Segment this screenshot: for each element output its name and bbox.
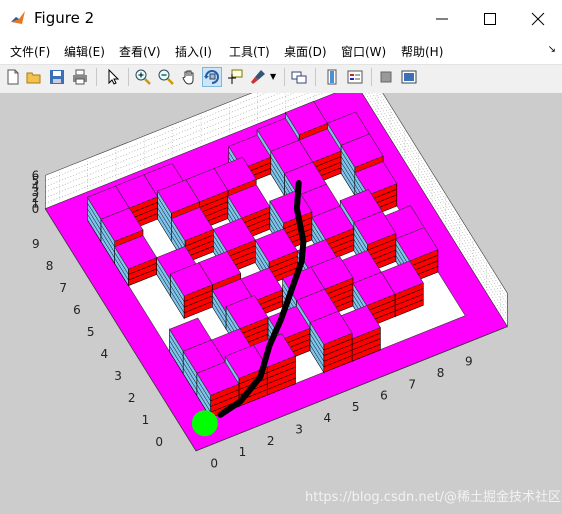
x-tick-label: 8 (437, 366, 445, 380)
save-icon[interactable] (48, 68, 66, 86)
link-plot-icon[interactable] (290, 68, 308, 86)
x-tick-label: 9 (465, 355, 473, 369)
menu-view[interactable]: 查看(V) (119, 43, 161, 60)
x-tick-label: 2 (267, 434, 275, 448)
window-title: Figure 2 (34, 9, 95, 27)
menu-desktop[interactable]: 桌面(D) (284, 43, 327, 60)
y-tick-label: 2 (128, 391, 136, 405)
brush-icon[interactable] (249, 68, 267, 86)
x-tick-label: 3 (295, 422, 303, 436)
start-marker (191, 410, 218, 437)
select-arrow-icon[interactable] (104, 68, 122, 86)
insert-colorbar-icon[interactable] (323, 68, 341, 86)
figure-canvas[interactable]: 012345678901234567890123456 (0, 93, 562, 514)
y-tick-label: 9 (32, 237, 40, 251)
hide-plot-tools-icon[interactable] (377, 68, 395, 86)
x-tick-label: 7 (408, 377, 416, 391)
x-tick-label: 1 (239, 445, 247, 459)
z-tick-label: 6 (32, 168, 40, 182)
menu-window[interactable]: 窗口(W) (341, 43, 386, 60)
pan-hand-icon[interactable] (180, 68, 198, 86)
y-tick-label: 3 (114, 369, 122, 383)
zoom-out-icon[interactable] (157, 68, 175, 86)
menu-overflow-icon[interactable]: ↘ (548, 44, 556, 55)
y-tick-label: 8 (46, 259, 54, 273)
print-icon[interactable] (71, 68, 89, 86)
close-icon (531, 12, 545, 26)
show-plot-tools-icon[interactable] (400, 68, 418, 86)
rotate-3d-icon[interactable] (202, 67, 222, 87)
toolbar-separator (371, 68, 372, 86)
x-tick-label: 5 (352, 400, 360, 414)
menu-edit[interactable]: 编辑(E) (64, 43, 105, 60)
menu-help[interactable]: 帮助(H) (401, 43, 443, 60)
y-tick-label: 5 (87, 325, 95, 339)
matlab-icon (10, 10, 26, 26)
x-tick-label: 4 (324, 411, 332, 425)
y-tick-label: 0 (155, 435, 163, 449)
y-tick-label: 4 (101, 347, 109, 361)
brush-dropdown-icon[interactable]: ▼ (270, 72, 276, 81)
maximize-button[interactable] (466, 0, 514, 38)
toolbar-separator (284, 68, 285, 86)
maximize-icon (484, 13, 496, 25)
minimize-button[interactable] (418, 0, 466, 38)
y-tick-label: 7 (59, 281, 67, 295)
menu-tools[interactable]: 工具(T) (229, 43, 270, 60)
watermark-text: https://blog.csdn.net/@稀土掘金技术社区 (305, 490, 562, 505)
data-cursor-icon[interactable] (226, 68, 244, 86)
toolbar-separator (128, 68, 129, 86)
zoom-in-icon[interactable] (134, 68, 152, 86)
menu-insert[interactable]: 插入(I) (175, 43, 212, 60)
x-tick-label: 6 (380, 389, 388, 403)
maze-3d-plot[interactable]: 012345678901234567890123456 (0, 93, 562, 514)
y-tick-label: 1 (142, 413, 150, 427)
toolbar-separator (96, 68, 97, 86)
toolbar-separator (315, 68, 316, 86)
insert-legend-icon[interactable] (346, 68, 364, 86)
menu-file[interactable]: 文件(F) (10, 43, 50, 60)
minimize-icon (436, 18, 448, 20)
close-button[interactable] (514, 0, 562, 38)
new-figure-icon[interactable] (4, 68, 22, 86)
title-bar: Figure 2 (0, 0, 562, 38)
y-tick-label: 6 (73, 303, 81, 317)
x-tick-label: 0 (210, 456, 218, 470)
open-file-icon[interactable] (25, 68, 43, 86)
